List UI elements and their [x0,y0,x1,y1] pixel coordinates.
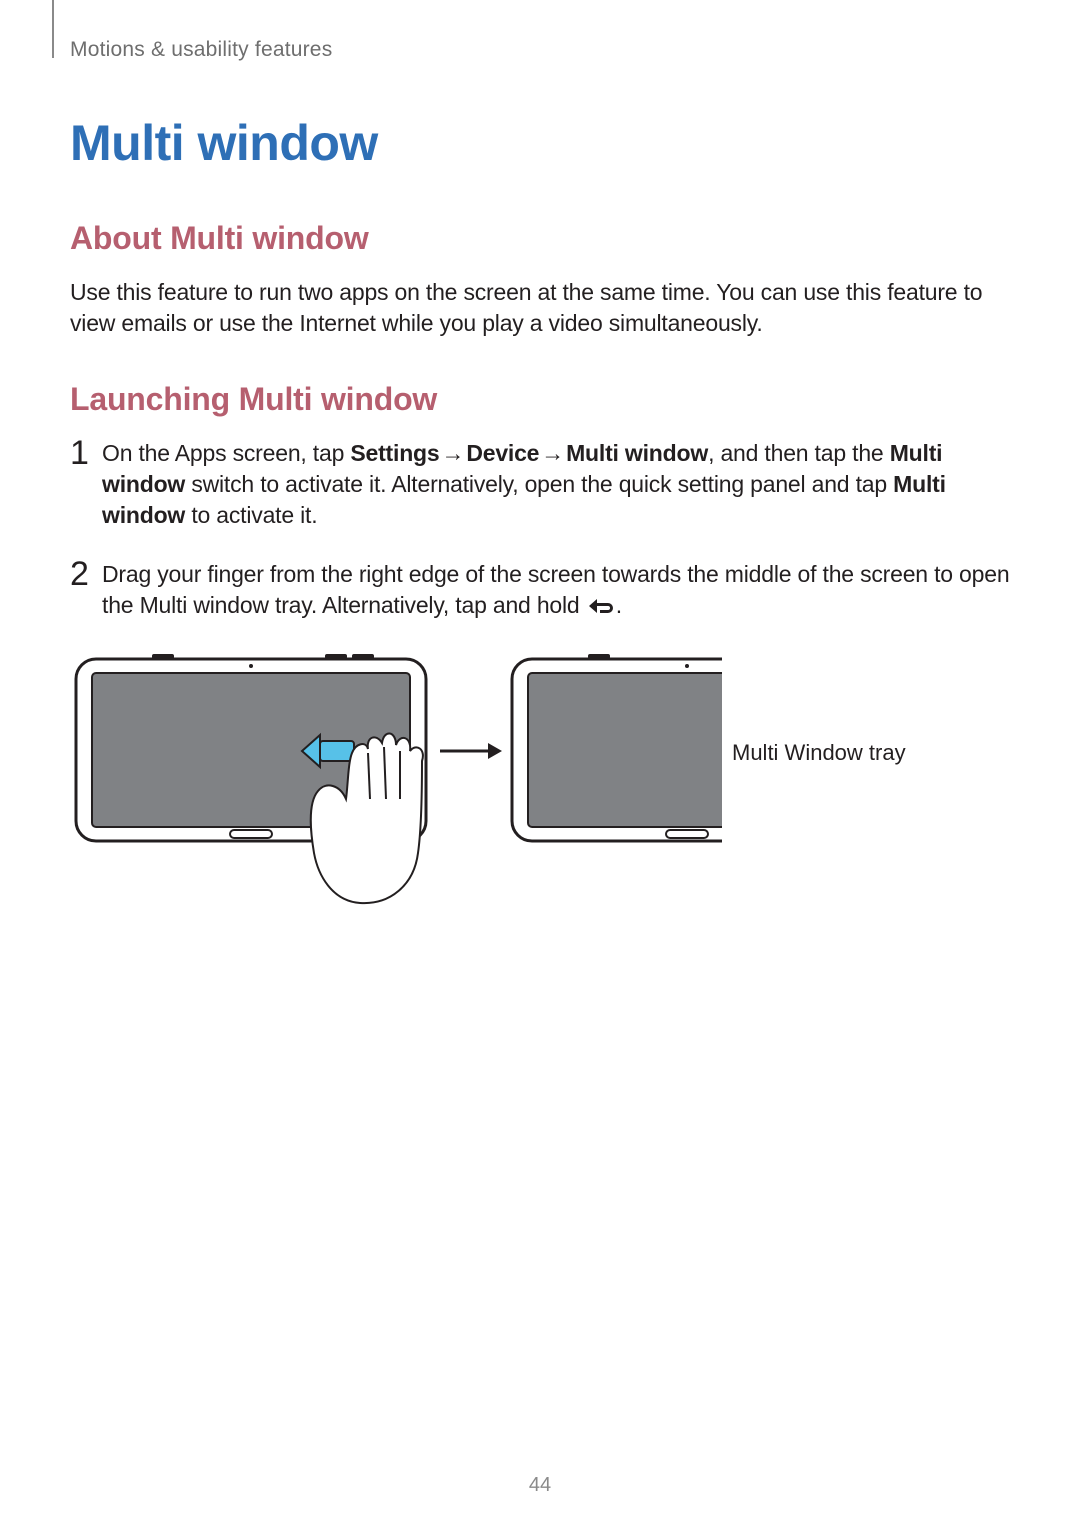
manual-page: Motions & usability features Multi windo… [0,0,1080,1527]
step-number: 2 [70,557,102,591]
heading-about: About Multi window [70,220,1010,257]
page-number: 44 [0,1474,1080,1497]
step-list: 1 On the Apps screen, tap Settings→Devic… [70,438,1010,625]
step-1: 1 On the Apps screen, tap Settings→Devic… [70,438,1010,531]
back-button-icon [586,594,616,625]
header-tab-rule [52,0,54,58]
step-2: 2 Drag your finger from the right edge o… [70,559,1010,625]
breadcrumb: Motions & usability features [70,38,1010,62]
step-text: Drag your finger from the right edge of … [102,559,1010,625]
step-number: 1 [70,436,102,470]
callout-label: Multi Window tray [732,739,906,767]
gesture-illustration [70,653,722,913]
step-text: On the Apps screen, tap Settings→Device→… [102,438,1010,531]
about-paragraph: Use this feature to run two apps on the … [70,277,1010,339]
transition-arrow-icon [440,743,502,759]
figure: Multi Window tray [70,653,1010,913]
heading-launching: Launching Multi window [70,381,1010,418]
page-title: Multi window [70,114,1010,172]
